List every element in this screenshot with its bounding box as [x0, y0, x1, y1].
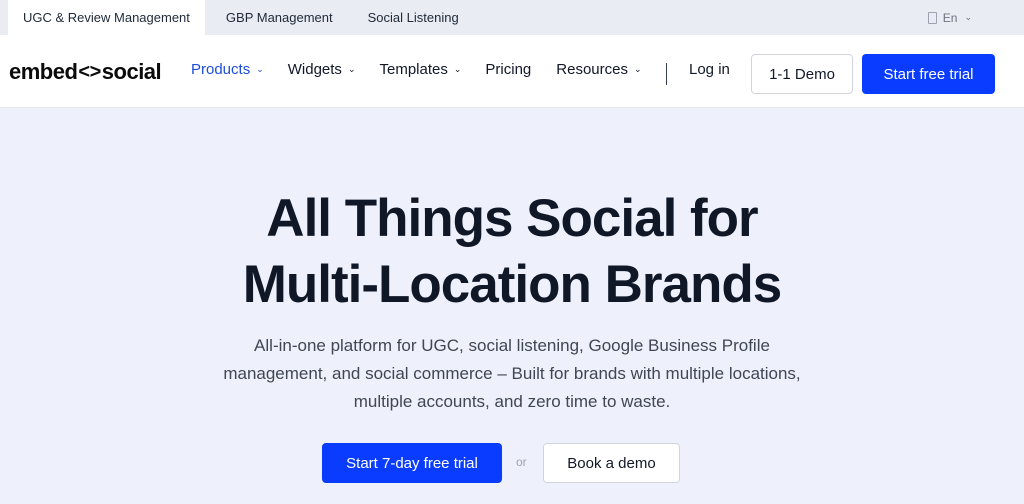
chevron-down-icon: ⌄ [633, 64, 642, 74]
tab-label: GBP Management [225, 10, 333, 25]
nav-item-resources[interactable]: Resources ⌄ [556, 61, 641, 78]
logo-text-right: social [101, 59, 162, 84]
cta-or-text: or [516, 455, 527, 469]
hero-title-line2: Multi-Location Brands [242, 255, 782, 314]
logo-mark: <> [78, 60, 101, 83]
main-navigation: embed <> social Products ⌄ Widgets ⌄ Tem… [0, 35, 1024, 108]
top-utility-bar: UGC & Review Management GBP Management S… [0, 0, 1024, 35]
chevron-down-icon: ⌄ [347, 64, 356, 74]
chevron-down-icon: ⌄ [964, 12, 972, 22]
hero-title-line1: All Things Social for [266, 189, 758, 248]
nav-item-label: Widgets [287, 61, 342, 78]
embedsocial-logo[interactable]: embed <> social [9, 59, 162, 85]
start-free-trial-button[interactable]: Start free trial [862, 54, 995, 94]
nav-item-templates[interactable]: Templates ⌄ [379, 61, 461, 78]
language-label: En [942, 10, 958, 25]
start-7-day-trial-button[interactable]: Start 7-day free trial [322, 443, 502, 483]
nav-menu: Products ⌄ Widgets ⌄ Templates ⌄ Pricing… [191, 61, 642, 78]
logo-text-left: embed [9, 59, 78, 84]
nav-item-widgets[interactable]: Widgets ⌄ [288, 61, 356, 78]
login-link[interactable]: Log in [689, 61, 730, 78]
hero-subtitle: All-in-one platform for UGC, social list… [223, 336, 801, 411]
demo-button[interactable]: 1-1 Demo [751, 54, 853, 94]
language-icon [927, 11, 937, 24]
language-selector[interactable]: En ⌄ [927, 0, 972, 35]
tab-ugc-review-management[interactable]: UGC & Review Management [8, 0, 205, 35]
nav-item-label: Templates [379, 61, 448, 78]
tab-social-listening[interactable]: Social Listening [352, 0, 475, 35]
tab-label: Social Listening [367, 10, 459, 25]
book-demo-button[interactable]: Book a demo [543, 443, 680, 483]
nav-item-label: Resources [556, 61, 628, 78]
hero-cta-row: Start 7-day free trial or Book a demo [0, 443, 1024, 483]
hero-section: All Things Social for Multi-Location Bra… [0, 108, 1024, 504]
nav-item-products[interactable]: Products ⌄ [191, 61, 264, 78]
nav-item-label: Products [191, 61, 251, 78]
chevron-down-icon: ⌄ [256, 64, 264, 74]
tab-gbp-management[interactable]: GBP Management [207, 0, 350, 35]
nav-item-pricing[interactable]: Pricing [485, 61, 531, 78]
chevron-down-icon: ⌄ [453, 64, 462, 74]
hero-title: All Things Social for Multi-Location Bra… [0, 186, 1024, 318]
nav-item-label: Pricing [485, 61, 532, 78]
tab-label: UGC & Review Management [23, 10, 190, 25]
nav-divider [666, 63, 667, 85]
